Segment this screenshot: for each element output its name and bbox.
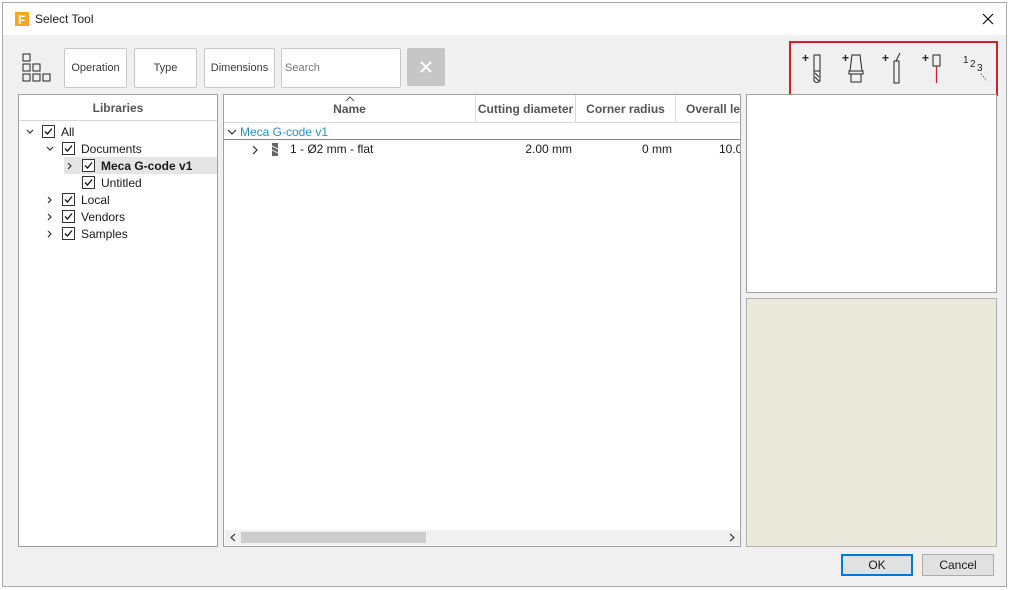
tool-preview-panel	[746, 298, 997, 547]
svg-text:+: +	[882, 51, 889, 65]
tree-item-meca-gcode-v1[interactable]: Meca G-code v1	[64, 157, 217, 174]
checkbox-vendors[interactable]	[62, 210, 75, 223]
tree-item-label: All	[61, 124, 75, 139]
svg-text:F: F	[18, 13, 25, 26]
chevron-right-icon[interactable]	[250, 141, 260, 158]
cutting-diameter-value: 2.00 mm	[525, 142, 572, 156]
tree-item-label: Meca G-code v1	[101, 158, 193, 173]
group-label: Meca G-code v1	[240, 124, 329, 139]
column-header-corner-radius[interactable]: Corner radius	[576, 95, 676, 123]
tree-item-samples[interactable]: Samples	[44, 225, 128, 242]
chevron-right-icon[interactable]	[44, 211, 56, 223]
horizontal-scrollbar[interactable]	[225, 530, 740, 545]
column-header-name[interactable]: Name	[224, 95, 476, 123]
new-holder-icon[interactable]: +	[840, 51, 870, 87]
tree-item-local[interactable]: Local	[44, 191, 110, 208]
tool-name: 1 - Ø2 mm - flat	[290, 142, 374, 156]
sort-ascending-icon	[345, 96, 355, 102]
title-bar: F Select Tool	[3, 3, 1006, 35]
tree-item-label: Untitled	[101, 175, 142, 190]
checkbox-local[interactable]	[62, 193, 75, 206]
new-turning-tool-icon[interactable]: +	[880, 51, 910, 87]
svg-text:1: 1	[963, 55, 969, 66]
svg-text:+: +	[842, 51, 849, 65]
dimensions-filter-button[interactable]: Dimensions	[204, 48, 275, 88]
search-input[interactable]	[281, 48, 401, 88]
type-filter-button[interactable]: Type	[134, 48, 197, 88]
chevron-right-icon[interactable]	[44, 194, 56, 206]
flat-end-mill-icon	[271, 143, 279, 156]
tree-item-vendors[interactable]: Vendors	[44, 208, 125, 225]
operation-filter-button[interactable]: Operation	[64, 48, 127, 88]
chevron-down-icon[interactable]	[24, 126, 36, 138]
tree-item-label: Documents	[81, 141, 142, 156]
new-milling-tool-icon[interactable]: +	[800, 51, 830, 87]
chevron-down-icon[interactable]	[226, 127, 238, 137]
checkbox-documents[interactable]	[62, 142, 75, 155]
svg-text:2: 2	[970, 59, 976, 70]
svg-text:+: +	[802, 51, 809, 65]
new-tool-toolbar: + + + + 1 2 3	[789, 41, 998, 96]
libraries-header: Libraries	[19, 95, 217, 121]
cancel-button[interactable]: Cancel	[922, 554, 994, 576]
checkbox-untitled[interactable]	[82, 176, 95, 189]
close-icon[interactable]	[978, 9, 998, 29]
libraries-panel: Libraries All Documents Meca G-code v1 U…	[18, 94, 218, 547]
table-row[interactable]: 1 - Ø2 mm - flat 2.00 mm 0 mm 10.0	[224, 141, 741, 158]
clear-filter-button[interactable]	[407, 48, 445, 86]
scrollbar-thumb[interactable]	[241, 532, 426, 543]
app-logo-icon: F	[15, 12, 29, 26]
tool-table-panel: Name Cutting diameter Corner radius Over…	[223, 94, 741, 547]
tree-item-label: Vendors	[81, 209, 126, 224]
chevron-down-icon[interactable]	[44, 143, 56, 155]
tree-item-documents[interactable]: Documents	[44, 140, 142, 157]
column-header-overall-length[interactable]: Overall len	[676, 95, 740, 123]
group-by-icon[interactable]	[21, 51, 55, 85]
tree-item-untitled[interactable]: Untitled	[82, 174, 142, 191]
dialog-title: Select Tool	[35, 12, 94, 26]
scroll-right-icon[interactable]	[726, 530, 738, 545]
checkbox-samples[interactable]	[62, 227, 75, 240]
tree-item-label: Samples	[81, 226, 128, 241]
chevron-right-icon[interactable]	[64, 160, 76, 172]
tool-info-panel	[746, 94, 997, 293]
overall-length-value: 10.0	[719, 142, 741, 156]
column-header-cutting-diameter[interactable]: Cutting diameter	[476, 95, 576, 123]
clear-icon	[420, 61, 432, 73]
tree-item-label: Local	[81, 192, 110, 207]
svg-text:+: +	[922, 51, 929, 65]
checkbox-all[interactable]	[42, 125, 55, 138]
renumber-tools-icon[interactable]: 1 2 3	[960, 51, 990, 87]
library-group-row[interactable]: Meca G-code v1	[224, 124, 740, 140]
checkbox-meca-gcode-v1[interactable]	[82, 159, 95, 172]
svg-text:3: 3	[977, 63, 983, 74]
select-tool-dialog: F Select Tool Operation Type Dimensions …	[2, 2, 1007, 587]
ok-button[interactable]: OK	[841, 554, 913, 576]
tree-item-all[interactable]: All	[24, 123, 74, 140]
chevron-right-icon[interactable]	[44, 228, 56, 240]
new-probe-icon[interactable]: +	[920, 51, 950, 87]
scroll-left-icon[interactable]	[227, 530, 239, 545]
corner-radius-value: 0 mm	[642, 142, 672, 156]
